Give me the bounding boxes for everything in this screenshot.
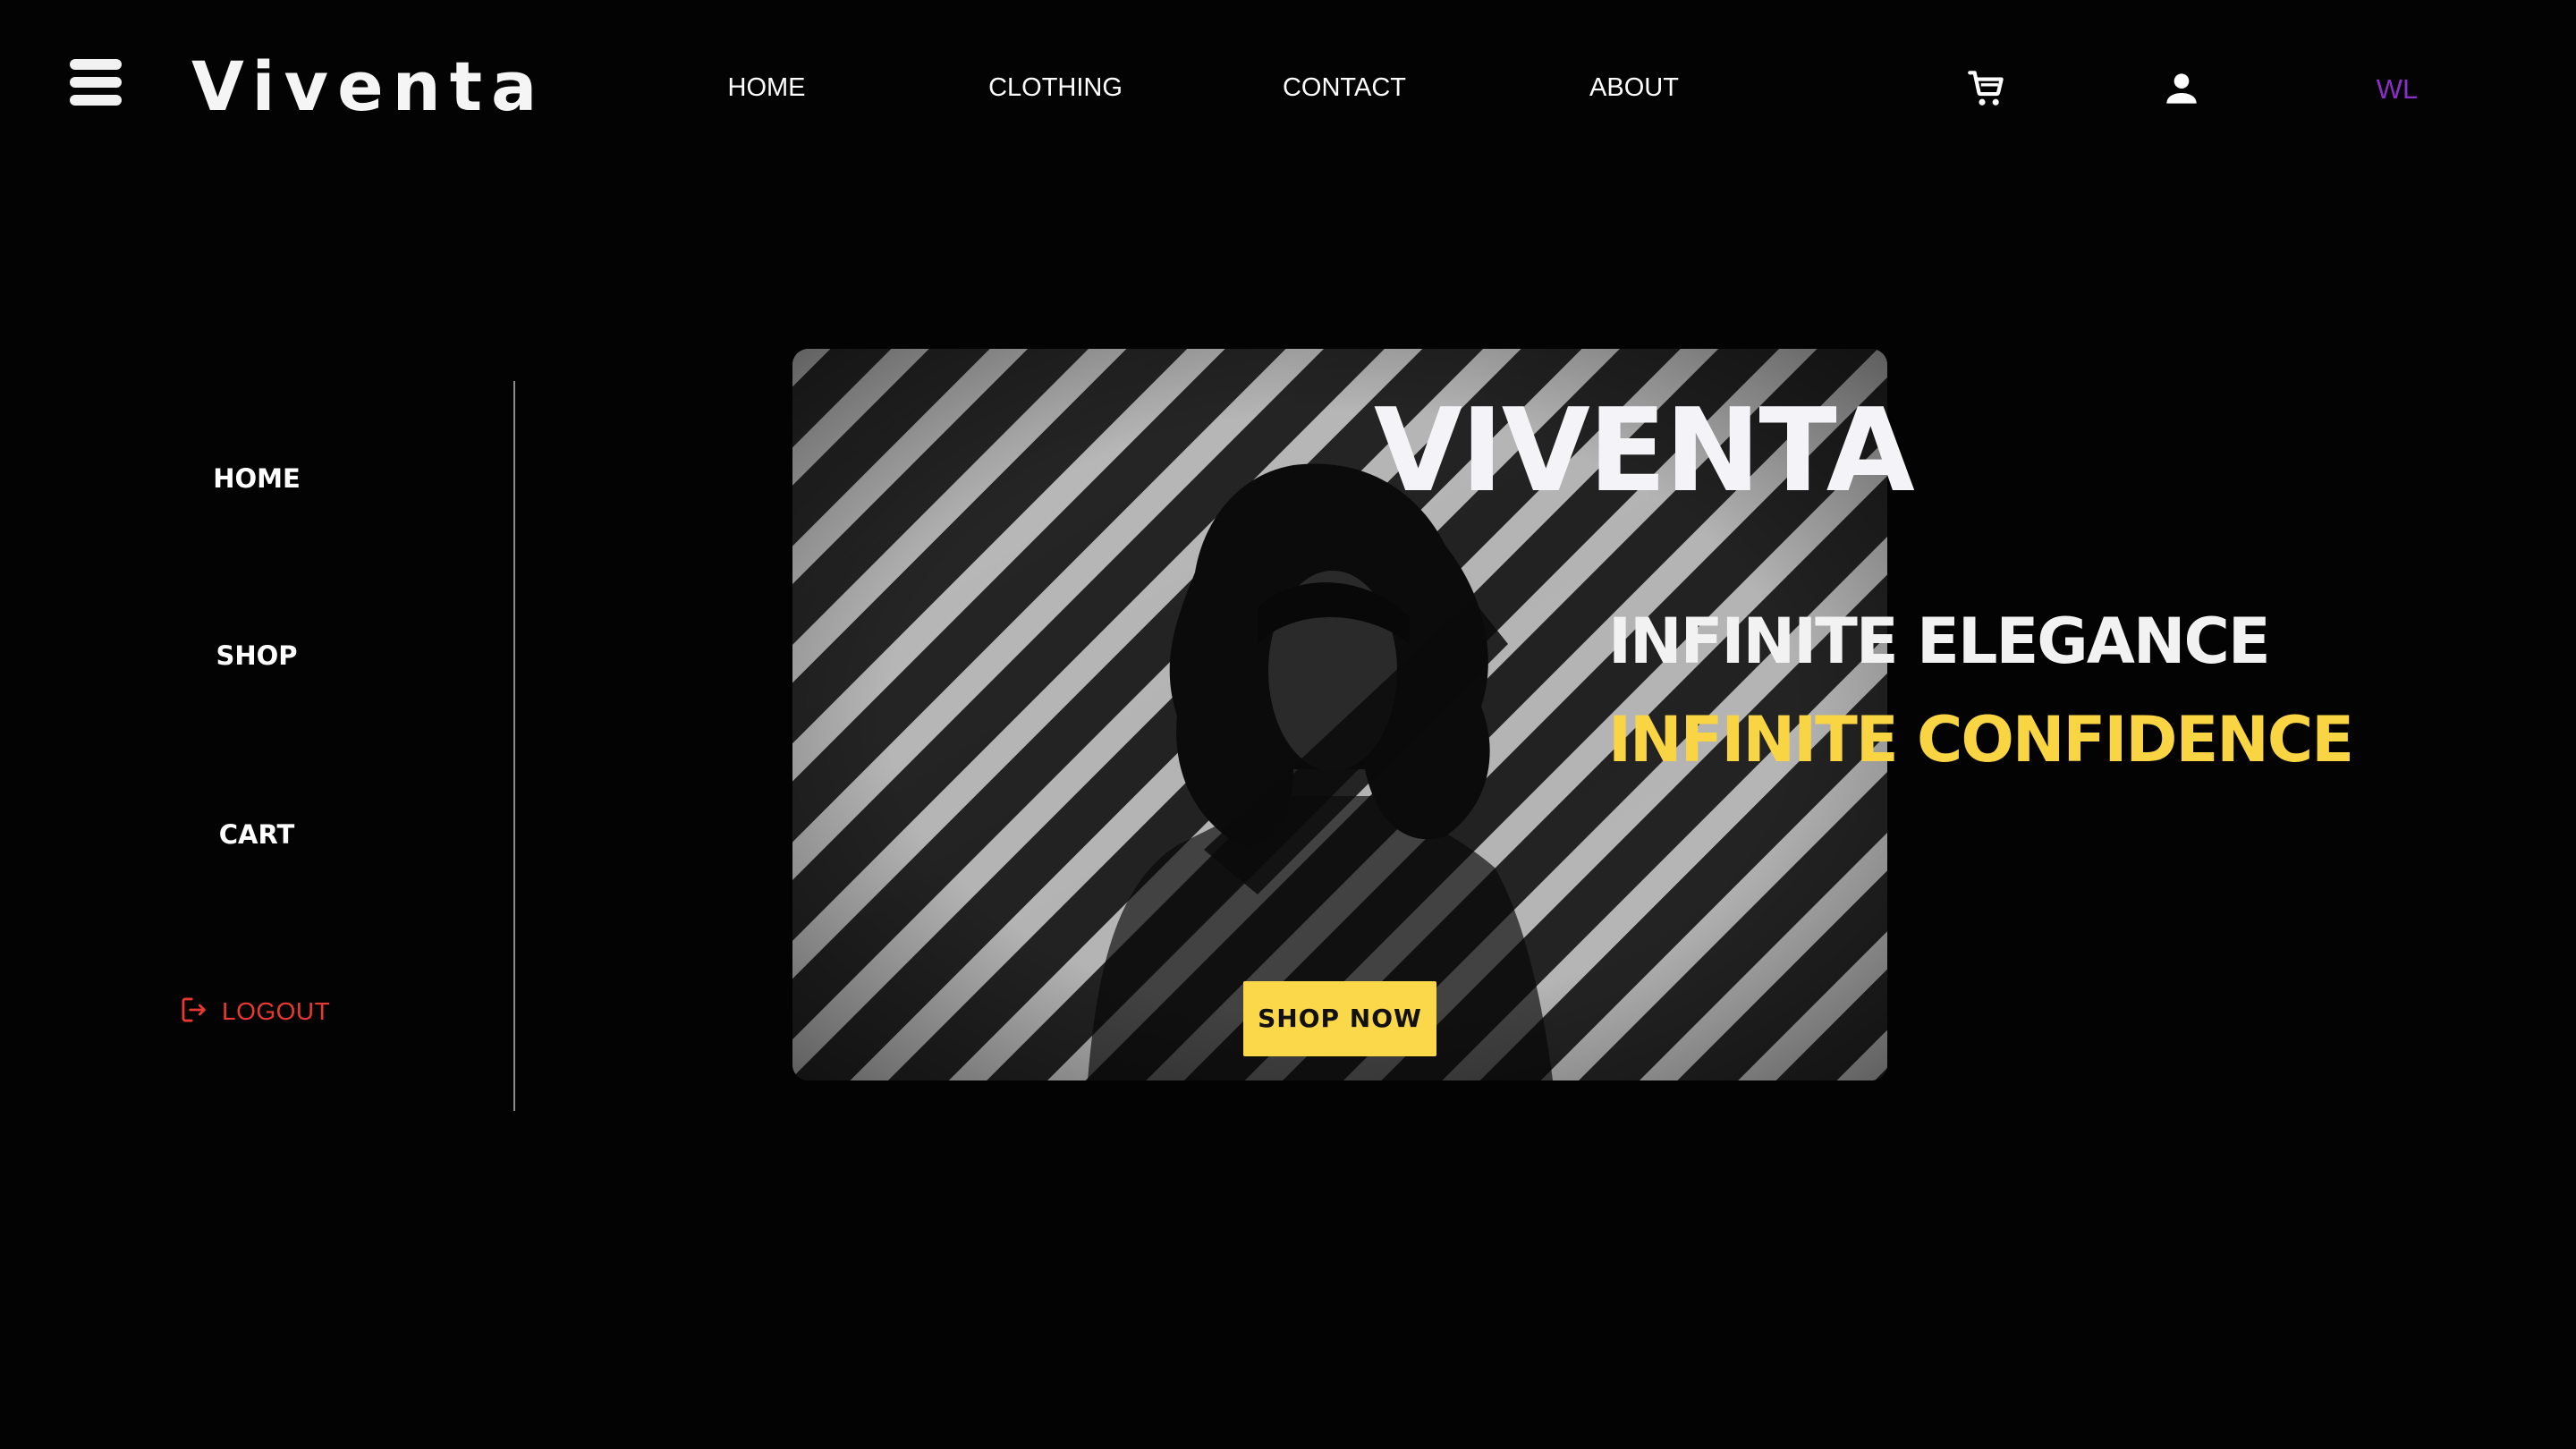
shopping-cart-icon[interactable] <box>1964 66 2009 111</box>
hero-title: VIVENTA <box>1374 385 1915 518</box>
logout-button[interactable]: LOGOUT <box>179 989 330 1034</box>
topnav-home[interactable]: HOME <box>659 66 874 109</box>
sidebar-item-shop[interactable]: SHOP <box>149 633 364 678</box>
topnav-about[interactable]: ABOUT <box>1527 66 1741 109</box>
topnav-clothing[interactable]: CLOTHING <box>948 66 1163 109</box>
app-page: Viventa HOME CLOTHING CONTACT ABOUT WL H… <box>0 0 2576 1449</box>
logout-icon <box>179 995 209 1030</box>
user-glyph <box>2166 73 2197 104</box>
user-initials-badge[interactable]: WL <box>2343 68 2451 111</box>
sidebar-item-home[interactable]: HOME <box>149 456 364 501</box>
hamburger-menu-icon[interactable] <box>70 59 122 106</box>
shop-now-button[interactable]: SHOP NOW <box>1243 981 1436 1056</box>
shopping-cart-glyph <box>1968 71 2004 106</box>
hero-tagline-confidence: INFINITE CONFIDENCE <box>1608 703 2354 776</box>
user-account-icon[interactable] <box>2159 66 2204 111</box>
brand-logo[interactable]: Viventa <box>191 47 546 127</box>
sidebar-item-cart[interactable]: CART <box>149 812 364 857</box>
sidebar-divider <box>513 381 515 1111</box>
topnav-contact[interactable]: CONTACT <box>1237 66 1452 109</box>
logout-label: LOGOUT <box>222 997 331 1025</box>
hero-tagline-elegance: INFINITE ELEGANCE <box>1608 605 2271 678</box>
